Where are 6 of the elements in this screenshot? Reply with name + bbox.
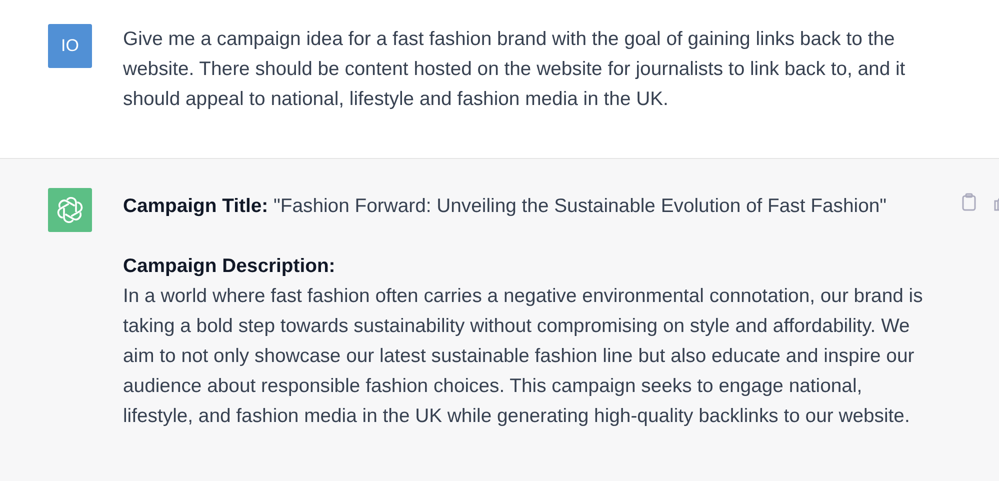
knot-icon [56, 196, 84, 224]
message-paragraph: Give me a campaign idea for a fast fashion brand with the goal of gaining links back to the website. There should be content hosted on the website for journalists to link back to, and it should appeal to national, lifestyle and fashion media in the UK. [123, 27, 906, 112]
message-paragraph: In a world where fast fashion often carries a negative environmental connotation, our brand is taking a bold step towards sustainability without compromising on style and affordability. We aim to not only showcase our latest sustainable fashion line but also educate and inspire our audience about responsible fashion choices. This campaign seeks to engage national, lifestyle, and fashion media in the UK while generating high-quality backlinks to our website. [123, 284, 924, 429]
message-paragraph: Campaign Title: "Fashion Forward: Unveiling the Sustainable Evolution of Fast Fashion" [123, 194, 888, 219]
user-avatar: IO [48, 24, 92, 68]
section-heading: Campaign Description: [123, 254, 336, 279]
